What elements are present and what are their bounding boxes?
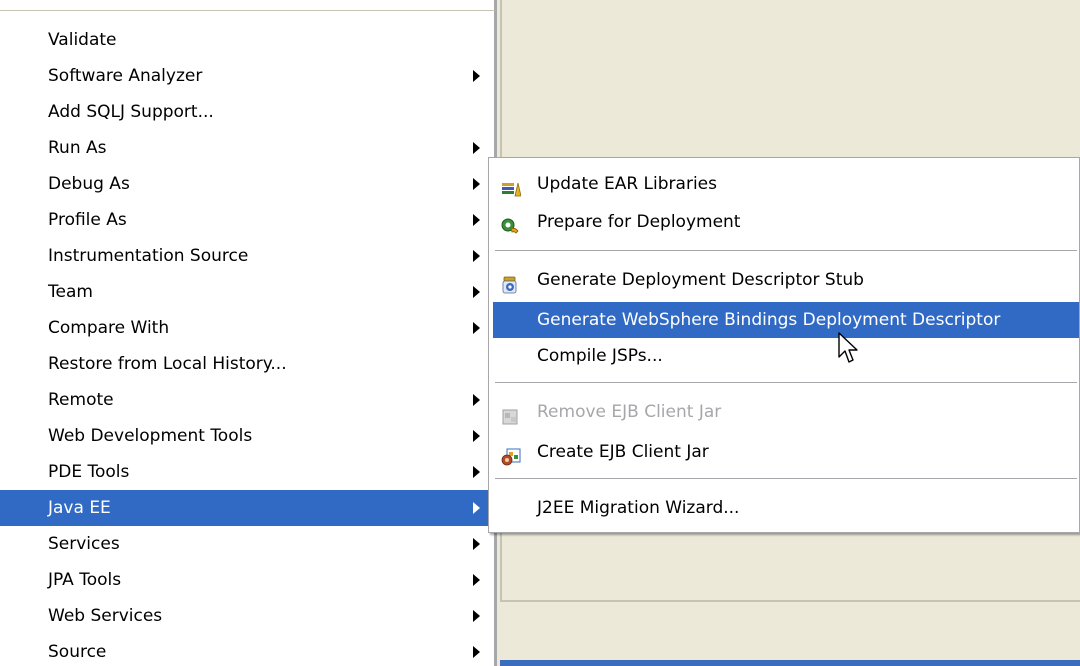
menu-separator <box>495 250 1077 251</box>
deploy-gear-icon <box>501 213 521 234</box>
menu-item-label: Remote <box>48 390 114 410</box>
menu-item-services[interactable]: Services <box>0 526 492 562</box>
menu-item-software-analyzer[interactable]: Software Analyzer <box>0 58 492 94</box>
menu-separator <box>495 382 1077 383</box>
menu-item-label: Debug As <box>48 174 130 194</box>
submenu-item-label: Remove EJB Client Jar <box>537 402 722 422</box>
submenu-item-prepare-for-deployment[interactable]: Prepare for Deployment <box>493 204 1079 240</box>
menu-item-team[interactable]: Team <box>0 274 492 310</box>
java-ee-submenu: Update EAR Libraries Prepare for Deploym… <box>488 157 1080 533</box>
menu-item-label: Run As <box>48 138 107 158</box>
descriptor-jar-icon <box>501 271 521 294</box>
menu-item-debug-as[interactable]: Debug As <box>0 166 492 202</box>
menu-item-pde-tools[interactable]: PDE Tools <box>0 454 492 490</box>
menu-item-label: Profile As <box>48 210 127 230</box>
submenu-arrow-icon <box>473 466 480 478</box>
menu-item-restore-from-local-history[interactable]: Restore from Local History... <box>0 346 492 382</box>
submenu-item-label: Generate Deployment Descriptor Stub <box>537 270 864 290</box>
library-books-icon <box>501 175 522 197</box>
menu-item-label: Java EE <box>48 498 111 518</box>
menu-item-web-development-tools[interactable]: Web Development Tools <box>0 418 492 454</box>
menu-item-label: PDE Tools <box>48 462 130 482</box>
submenu-arrow-icon <box>473 250 480 262</box>
submenu-arrow-icon <box>473 538 480 550</box>
submenu-arrow-icon <box>473 610 480 622</box>
submenu-item-label: Prepare for Deployment <box>537 212 741 232</box>
status-bar-edge <box>500 660 1080 666</box>
submenu-item-label: Generate WebSphere Bindings Deployment D… <box>537 310 1001 330</box>
menu-item-add-sqlj-support[interactable]: Add SQLJ Support... <box>0 94 492 130</box>
menu-top-separator <box>0 10 495 11</box>
menu-item-label: Instrumentation Source <box>48 246 249 266</box>
menu-item-validate[interactable]: Validate <box>0 22 492 58</box>
submenu-item-label: Create EJB Client Jar <box>537 442 709 462</box>
submenu-item-remove-ejb-client-jar: Remove EJB Client Jar <box>493 394 1079 430</box>
menu-item-compare-with[interactable]: Compare With <box>0 310 492 346</box>
submenu-arrow-icon <box>473 394 480 406</box>
submenu-item-label: Update EAR Libraries <box>537 174 717 194</box>
submenu-arrow-icon <box>473 286 480 298</box>
menu-item-label: Web Services <box>48 606 163 626</box>
mouse-pointer-icon <box>838 332 858 363</box>
menu-item-label: Software Analyzer <box>48 66 203 86</box>
menu-item-label: JPA Tools <box>48 570 122 590</box>
menu-item-profile-as[interactable]: Profile As <box>0 202 492 238</box>
menu-item-web-services[interactable]: Web Services <box>0 598 492 634</box>
create-client-jar-icon <box>501 443 521 466</box>
submenu-arrow-icon <box>473 142 480 154</box>
context-menu: Validate Software Analyzer Add SQLJ Supp… <box>0 0 495 666</box>
menu-item-label: Restore from Local History... <box>48 354 287 374</box>
submenu-item-compile-jsps[interactable]: Compile JSPs... <box>493 338 1079 374</box>
submenu-arrow-icon <box>473 574 480 586</box>
submenu-arrow-icon <box>473 646 480 658</box>
submenu-arrow-icon <box>473 70 480 82</box>
menu-item-label: Validate <box>48 30 117 50</box>
submenu-item-j2ee-migration-wizard[interactable]: J2EE Migration Wizard... <box>493 490 1079 526</box>
menu-item-remote[interactable]: Remote <box>0 382 492 418</box>
submenu-arrow-icon <box>473 430 480 442</box>
submenu-item-update-ear-libraries[interactable]: Update EAR Libraries <box>493 166 1079 202</box>
submenu-item-label: J2EE Migration Wizard... <box>537 498 740 518</box>
menu-item-jpa-tools[interactable]: JPA Tools <box>0 562 492 598</box>
menu-item-instrumentation-source[interactable]: Instrumentation Source <box>0 238 492 274</box>
submenu-item-generate-websphere-bindings[interactable]: Generate WebSphere Bindings Deployment D… <box>493 302 1079 338</box>
menu-item-label: Source <box>48 642 107 662</box>
submenu-arrow-icon <box>473 502 480 514</box>
submenu-item-generate-deployment-descriptor-stub[interactable]: Generate Deployment Descriptor Stub <box>493 262 1079 298</box>
remove-client-jar-icon <box>501 403 521 425</box>
submenu-arrow-icon <box>473 178 480 190</box>
submenu-arrow-icon <box>473 322 480 334</box>
menu-item-label: Compare With <box>48 318 170 338</box>
menu-item-label: Add SQLJ Support... <box>48 102 214 122</box>
submenu-item-create-ejb-client-jar[interactable]: Create EJB Client Jar <box>493 434 1079 470</box>
menu-item-source[interactable]: Source <box>0 634 492 666</box>
menu-separator <box>495 478 1077 479</box>
menu-item-label: Team <box>48 282 93 302</box>
pane-bottom-border <box>500 600 1080 602</box>
menu-item-label: Web Development Tools <box>48 426 253 446</box>
submenu-item-label: Compile JSPs... <box>537 346 663 366</box>
menu-item-java-ee[interactable]: Java EE <box>0 490 492 526</box>
menu-item-run-as[interactable]: Run As <box>0 130 492 166</box>
menu-item-label: Services <box>48 534 120 554</box>
submenu-arrow-icon <box>473 214 480 226</box>
